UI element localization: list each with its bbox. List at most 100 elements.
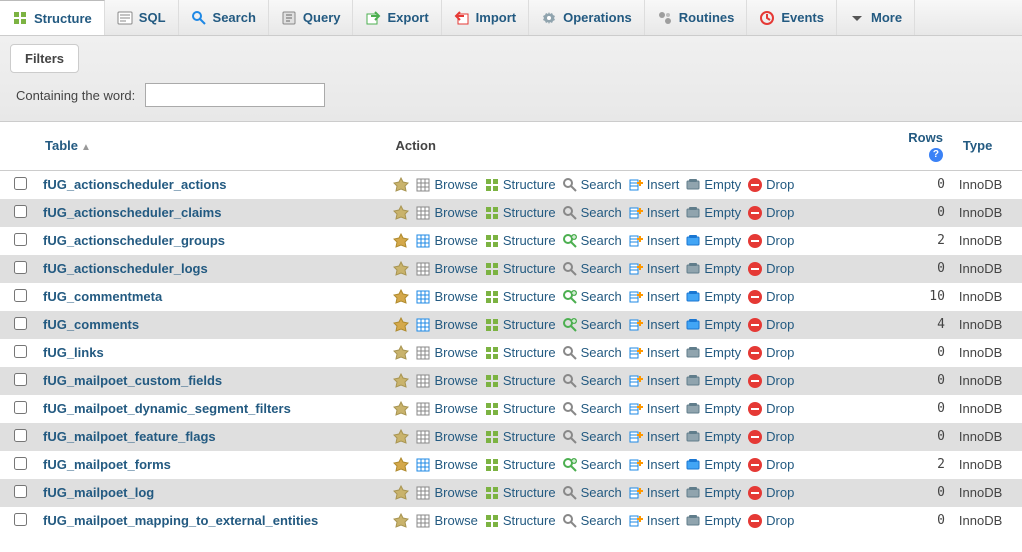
table-name-link[interactable]: fUG_commentmeta	[43, 289, 162, 304]
star-icon[interactable]	[393, 233, 409, 249]
browse-link[interactable]: Browse	[415, 205, 477, 221]
browse-link[interactable]: Browse	[415, 373, 477, 389]
structure-link[interactable]: Structure	[484, 317, 556, 333]
row-checkbox[interactable]	[14, 317, 27, 330]
tab-structure[interactable]: Structure	[0, 0, 105, 35]
star-icon[interactable]	[393, 457, 409, 473]
browse-link[interactable]: Browse	[415, 485, 477, 501]
drop-link[interactable]: Drop	[747, 373, 794, 389]
star-icon[interactable]	[393, 345, 409, 361]
browse-link[interactable]: Browse	[415, 345, 477, 361]
star-icon[interactable]	[393, 373, 409, 389]
star-icon[interactable]	[393, 205, 409, 221]
empty-link[interactable]: Empty	[685, 233, 741, 249]
browse-link[interactable]: Browse	[415, 457, 477, 473]
row-checkbox[interactable]	[14, 261, 27, 274]
browse-link[interactable]: Browse	[415, 289, 477, 305]
table-name-link[interactable]: fUG_mailpoet_log	[43, 485, 154, 500]
browse-link[interactable]: Browse	[415, 429, 477, 445]
empty-link[interactable]: Empty	[685, 513, 741, 529]
row-checkbox[interactable]	[14, 513, 27, 526]
search-link[interactable]: Search	[562, 345, 622, 361]
insert-link[interactable]: Insert	[628, 373, 680, 389]
browse-link[interactable]: Browse	[415, 261, 477, 277]
structure-link[interactable]: Structure	[484, 513, 556, 529]
browse-link[interactable]: Browse	[415, 233, 477, 249]
empty-link[interactable]: Empty	[685, 401, 741, 417]
structure-link[interactable]: Structure	[484, 457, 556, 473]
structure-link[interactable]: Structure	[484, 485, 556, 501]
tab-sql[interactable]: SQL	[105, 0, 179, 35]
table-name-link[interactable]: fUG_mailpoet_mapping_to_external_entitie…	[43, 513, 318, 528]
tab-routines[interactable]: Routines	[645, 0, 748, 35]
search-link[interactable]: Search	[562, 401, 622, 417]
empty-link[interactable]: Empty	[685, 429, 741, 445]
tab-search[interactable]: Search	[179, 0, 269, 35]
empty-link[interactable]: Empty	[685, 485, 741, 501]
col-table[interactable]: Table▲	[35, 122, 385, 170]
empty-link[interactable]: Empty	[685, 205, 741, 221]
tab-query[interactable]: Query	[269, 0, 354, 35]
col-rows[interactable]: Rows ?	[887, 122, 953, 170]
row-checkbox[interactable]	[14, 429, 27, 442]
structure-link[interactable]: Structure	[484, 373, 556, 389]
structure-link[interactable]: Structure	[484, 289, 556, 305]
empty-link[interactable]: Empty	[685, 289, 741, 305]
structure-link[interactable]: Structure	[484, 205, 556, 221]
insert-link[interactable]: Insert	[628, 513, 680, 529]
star-icon[interactable]	[393, 317, 409, 333]
insert-link[interactable]: Insert	[628, 177, 680, 193]
drop-link[interactable]: Drop	[747, 289, 794, 305]
insert-link[interactable]: Insert	[628, 205, 680, 221]
search-link[interactable]: Search	[562, 429, 622, 445]
insert-link[interactable]: Insert	[628, 401, 680, 417]
empty-link[interactable]: Empty	[685, 373, 741, 389]
tab-events[interactable]: Events	[747, 0, 837, 35]
drop-link[interactable]: Drop	[747, 457, 794, 473]
drop-link[interactable]: Drop	[747, 485, 794, 501]
row-checkbox[interactable]	[14, 485, 27, 498]
table-name-link[interactable]: fUG_actionscheduler_logs	[43, 261, 208, 276]
row-checkbox[interactable]	[14, 345, 27, 358]
tab-operations[interactable]: Operations	[529, 0, 645, 35]
tab-export[interactable]: Export	[353, 0, 441, 35]
table-name-link[interactable]: fUG_actionscheduler_actions	[43, 177, 227, 192]
star-icon[interactable]	[393, 485, 409, 501]
browse-link[interactable]: Browse	[415, 177, 477, 193]
search-link[interactable]: Search	[562, 485, 622, 501]
star-icon[interactable]	[393, 429, 409, 445]
search-link[interactable]: Search	[562, 317, 622, 333]
empty-link[interactable]: Empty	[685, 261, 741, 277]
insert-link[interactable]: Insert	[628, 289, 680, 305]
structure-link[interactable]: Structure	[484, 345, 556, 361]
table-name-link[interactable]: fUG_actionscheduler_groups	[43, 233, 225, 248]
drop-link[interactable]: Drop	[747, 345, 794, 361]
insert-link[interactable]: Insert	[628, 233, 680, 249]
empty-link[interactable]: Empty	[685, 317, 741, 333]
insert-link[interactable]: Insert	[628, 345, 680, 361]
structure-link[interactable]: Structure	[484, 233, 556, 249]
table-name-link[interactable]: fUG_mailpoet_custom_fields	[43, 373, 222, 388]
insert-link[interactable]: Insert	[628, 261, 680, 277]
table-name-link[interactable]: fUG_comments	[43, 317, 139, 332]
search-link[interactable]: Search	[562, 205, 622, 221]
drop-link[interactable]: Drop	[747, 233, 794, 249]
structure-link[interactable]: Structure	[484, 401, 556, 417]
insert-link[interactable]: Insert	[628, 429, 680, 445]
row-checkbox[interactable]	[14, 177, 27, 190]
row-checkbox[interactable]	[14, 205, 27, 218]
search-link[interactable]: Search	[562, 233, 622, 249]
drop-link[interactable]: Drop	[747, 261, 794, 277]
drop-link[interactable]: Drop	[747, 429, 794, 445]
tab-more[interactable]: More	[837, 0, 915, 35]
search-link[interactable]: Search	[562, 513, 622, 529]
help-icon[interactable]: ?	[929, 148, 943, 162]
row-checkbox[interactable]	[14, 401, 27, 414]
table-name-link[interactable]: fUG_mailpoet_dynamic_segment_filters	[43, 401, 291, 416]
insert-link[interactable]: Insert	[628, 317, 680, 333]
table-name-link[interactable]: fUG_mailpoet_feature_flags	[43, 429, 216, 444]
drop-link[interactable]: Drop	[747, 513, 794, 529]
structure-link[interactable]: Structure	[484, 177, 556, 193]
search-link[interactable]: Search	[562, 177, 622, 193]
star-icon[interactable]	[393, 177, 409, 193]
